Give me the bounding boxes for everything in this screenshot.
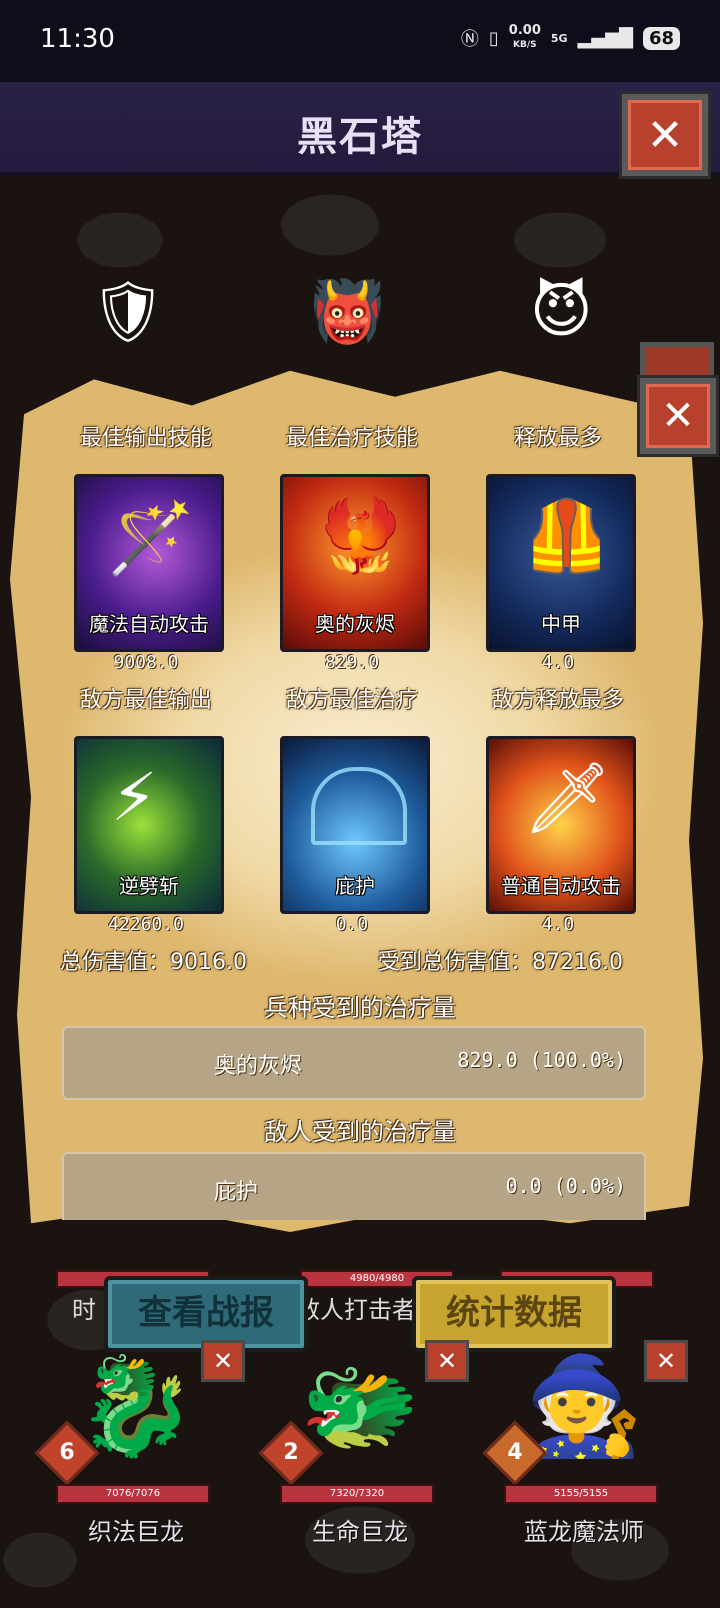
close-icon: ✕ xyxy=(661,393,695,439)
skill-value: 4.0 xyxy=(541,652,575,673)
col-title-enemy-most-cast: 敌方释放最多 xyxy=(491,688,624,713)
close-icon: ✕ xyxy=(436,1347,458,1375)
skill-label: 逆劈斩 xyxy=(119,874,179,898)
remove-unit-button[interactable]: ✕ xyxy=(201,1340,245,1382)
unit-slot[interactable]: ✕ 🐉 6 7076/7076 织法巨龙 xyxy=(34,1340,245,1550)
skill-label: 庇护 xyxy=(335,874,375,898)
close-icon: ✕ xyxy=(646,109,684,161)
skill-label: 中甲 xyxy=(541,612,581,636)
unit-hp-text: 7320/7320 xyxy=(329,1488,385,1499)
blue-dragon-sprite: 🐉 xyxy=(76,1350,196,1462)
status-bar: 11:30 Ⓝ ▯ 0.00 KB/S 5G ▂▄▆█ 68 xyxy=(0,0,720,82)
skill-card-reverse-slash[interactable]: ⚡ 逆劈斩 xyxy=(74,736,224,914)
unit-name: 蓝龙魔法师 xyxy=(524,1518,644,1546)
title-bar: 黑石塔 xyxy=(0,82,720,176)
sword-icon: 🗡 xyxy=(523,757,612,839)
unit-hp-text: 5155/5155 xyxy=(553,1488,609,1499)
unit-hp-bar: 7320/7320 xyxy=(280,1484,434,1504)
unit-level: 2 xyxy=(283,1440,299,1465)
stats-scroll-area[interactable]: 最佳输出技能 最佳治疗技能 释放最多 🪄 魔法自动攻击 🐦‍🔥 奥的灰烬 🦺 中… xyxy=(60,400,660,1220)
heal-row-value: 829.0 (100.0%) xyxy=(457,1048,626,1072)
page-title: 黑石塔 xyxy=(297,114,423,160)
close-icon: ✕ xyxy=(655,1347,677,1375)
skill-value: 4.0 xyxy=(541,914,575,935)
slash-icon: ⚡ xyxy=(111,759,158,836)
col-title-enemy-best-heal: 敌方最佳治疗 xyxy=(285,688,418,713)
col-title-best-damage: 最佳输出技能 xyxy=(79,426,212,451)
skill-label: 魔法自动攻击 xyxy=(89,612,209,636)
unit-level: 6 xyxy=(59,1440,75,1465)
unit-hp-bar: 5155/5155 xyxy=(504,1484,658,1504)
network-rate: 0.00 KB/S xyxy=(509,24,541,52)
status-icons: Ⓝ ▯ 0.00 KB/S 5G ▂▄▆█ 68 xyxy=(461,24,680,52)
ally-heal-title: 兵种受到的治疗量 xyxy=(264,994,456,1022)
close-button[interactable]: ✕ xyxy=(622,94,708,176)
total-damage: 总伤害值：9016.0 xyxy=(60,950,247,975)
unit-name-partial: 敌人打击者 xyxy=(296,1296,416,1324)
col-title-best-heal: 最佳治疗技能 xyxy=(285,426,418,451)
enemy-demon-sprite: 😈 xyxy=(530,276,593,346)
close-icon: ✕ xyxy=(212,1347,234,1375)
net-rate-value: 0.00 xyxy=(508,23,541,38)
skill-value: 42260.0 xyxy=(108,914,184,935)
skill-value: 829.0 xyxy=(324,652,380,673)
unit-name: 织法巨龙 xyxy=(88,1518,184,1546)
skill-card-normal-attack[interactable]: 🗡 普通自动攻击 xyxy=(486,736,636,914)
total-damage-taken: 受到总伤害值：87216.0 xyxy=(378,950,623,975)
col-title-enemy-best-damage: 敌方最佳输出 xyxy=(79,688,212,713)
signal-type: 5G xyxy=(550,31,568,45)
heal-row: 庇护 0.0 (0.0%) xyxy=(62,1152,646,1220)
unit-level: 4 xyxy=(507,1440,523,1465)
armor-icon: 🦺 xyxy=(523,495,611,577)
unit-name: 生命巨龙 xyxy=(312,1518,408,1546)
col-title-most-cast: 释放最多 xyxy=(513,426,602,451)
staff-icon: 🪄 xyxy=(107,497,195,579)
heal-row-name: 庇护 xyxy=(214,1180,259,1205)
remove-unit-button[interactable]: ✕ xyxy=(644,1340,688,1382)
red-dragon-sprite: 🐲 xyxy=(300,1350,420,1462)
heal-row: 奥的灰烬 829.0 (100.0%) xyxy=(62,1026,646,1100)
skill-card-shelter[interactable]: 庇护 xyxy=(280,736,430,914)
skill-label: 普通自动攻击 xyxy=(501,874,621,898)
net-rate-unit: KB/S xyxy=(513,40,537,50)
skill-value: 0.0 xyxy=(335,914,369,935)
skill-card-magic-attack[interactable]: 🪄 魔法自动攻击 xyxy=(74,474,224,652)
enemy-heal-title: 敌人受到的治疗量 xyxy=(264,1118,456,1146)
skill-card-medium-armor[interactable]: 🦺 中甲 xyxy=(486,474,636,652)
phoenix-icon: 🐦‍🔥 xyxy=(317,495,405,577)
skill-card-ashes[interactable]: 🐦‍🔥 奥的灰烬 xyxy=(280,474,430,652)
heal-row-value: 0.0 (0.0%) xyxy=(505,1174,626,1198)
enemy-orc-sprite: 👹 xyxy=(310,277,385,347)
battery-indicator: 68 xyxy=(642,26,680,50)
unit-slot[interactable]: ✕ 🧙 4 5155/5155 蓝龙魔法师 xyxy=(482,1340,688,1550)
skill-label: 奥的灰烬 xyxy=(315,612,395,636)
unit-slot[interactable]: ✕ 🐲 2 7320/7320 生命巨龙 xyxy=(258,1340,469,1550)
signal-bars-icon: ▂▄▆█ xyxy=(577,27,633,49)
vibrate-icon: ▯ xyxy=(488,27,499,49)
clock: 11:30 xyxy=(40,24,115,54)
remove-unit-button[interactable]: ✕ xyxy=(425,1340,469,1382)
enemy-knight-sprite: 🛡 xyxy=(90,277,167,347)
unit-hp-bar: 7076/7076 xyxy=(56,1484,210,1504)
skill-value: 9008.0 xyxy=(113,652,179,673)
heal-row-name: 奥的灰烬 xyxy=(214,1054,303,1079)
shield-dome-icon xyxy=(311,767,407,845)
blue-dragon-mage-sprite: 🧙 xyxy=(524,1350,644,1462)
nfc-icon: Ⓝ xyxy=(460,29,479,50)
unit-hp-text: 7076/7076 xyxy=(105,1488,161,1499)
unit-name-partial: 时 xyxy=(72,1296,96,1324)
